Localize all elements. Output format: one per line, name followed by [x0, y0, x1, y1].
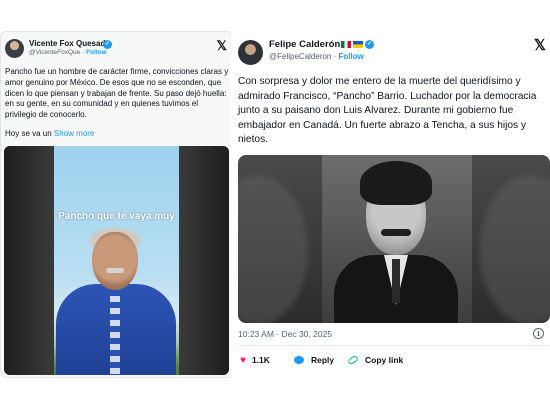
tweet-card-vicente-fox[interactable]: Vicente Fox Quesada ✓ @VicenteFoxQue · F… [0, 31, 233, 378]
author-handle-line: @FelipeCalderon · Follow [269, 52, 364, 61]
video-wall-left [4, 146, 54, 375]
copy-link-label: Copy link [365, 355, 404, 365]
photo-bg-left [238, 175, 308, 323]
tweet-timestamp[interactable]: 10:23 AM · Dec 30, 2025 [238, 329, 332, 339]
verified-badge-icon: ✓ [103, 40, 112, 49]
author-name[interactable]: Felipe Calderón [269, 39, 340, 50]
tweet-text: Pancho fue un hombre de carácter firme, … [5, 67, 229, 120]
author-handle-line: @VicenteFoxQue · Follow [29, 49, 107, 56]
x-logo-icon[interactable]: 𝕏 [534, 36, 546, 54]
show-more-link[interactable]: Show more [54, 129, 94, 138]
reply-button[interactable]: Reply [294, 352, 334, 368]
avatar[interactable] [238, 40, 263, 65]
photo-bg-right [480, 175, 550, 323]
info-icon[interactable]: i [533, 328, 544, 339]
tweet-header: Vicente Fox Quesada ✓ @VicenteFoxQue · F… [5, 38, 229, 60]
like-count: 1.1K [251, 355, 270, 365]
video-caption: Pancho que te vaya muy [58, 211, 175, 222]
author-handle[interactable]: @VicenteFoxQue [29, 49, 80, 56]
video-wall-right [179, 146, 229, 375]
reply-bubble-icon [294, 356, 304, 364]
x-logo-icon[interactable]: 𝕏 [217, 38, 227, 54]
like-button[interactable]: ♥ 1.1K [240, 352, 270, 368]
person-head [92, 232, 138, 290]
ukraine-flag-icon [353, 41, 363, 49]
tweet-text-continued: Hoy se va un Show more [5, 129, 94, 138]
tweet-text: Con sorpresa y dolor me entero de la mue… [238, 76, 537, 146]
divider [238, 345, 550, 346]
portrait-mustache [381, 229, 411, 236]
shirt-buttons [110, 296, 120, 375]
avatar[interactable] [5, 39, 24, 58]
follow-button[interactable]: Follow [86, 49, 107, 56]
heart-icon: ♥ [240, 354, 246, 366]
name-flags: ✓ [341, 40, 374, 50]
reply-label: Reply [311, 355, 335, 365]
verified-badge-icon: ✓ [365, 40, 374, 50]
tweet-photo[interactable] [238, 155, 550, 323]
tweet-text-tail: Hoy se va un [5, 129, 54, 138]
tweet-video[interactable]: Pancho que te vaya muy [4, 146, 229, 375]
link-icon [347, 354, 359, 366]
tweet-actions: ♥ 1.1K Reply Copy link [238, 352, 550, 368]
follow-button[interactable]: Follow [338, 52, 363, 61]
author-name[interactable]: Vicente Fox Quesada [29, 39, 110, 48]
portrait-hair [360, 161, 432, 205]
mexico-flag-icon [341, 41, 351, 49]
author-handle[interactable]: @FelipeCalderon [269, 52, 331, 61]
tweet-card-felipe-calderon[interactable]: Felipe Calderón ✓ @FelipeCalderon · Foll… [231, 31, 550, 378]
person-mustache [106, 268, 124, 273]
portrait-tie [392, 259, 400, 303]
copy-link-button[interactable]: Copy link [347, 352, 404, 368]
